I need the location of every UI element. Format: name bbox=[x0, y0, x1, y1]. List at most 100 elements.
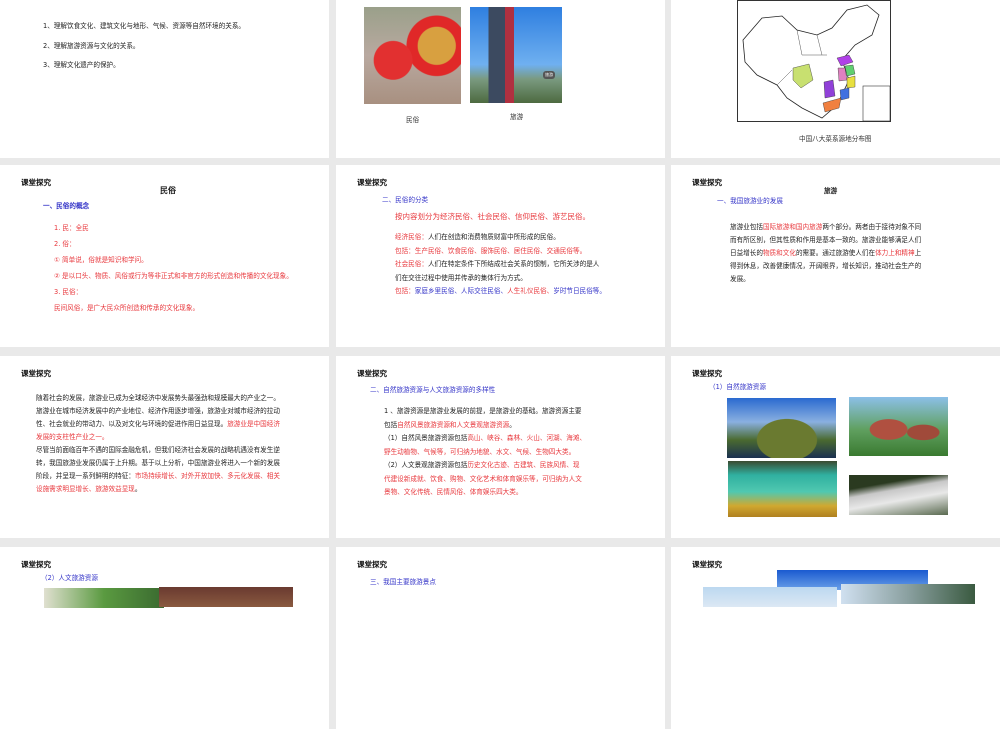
highlight-text: 2. 俗： bbox=[54, 240, 76, 248]
text-line: （1）自然风景旅游资源包括高山、峡谷、森林、火山、河湖、海滩、 bbox=[384, 432, 586, 446]
text-line: 发展。 bbox=[730, 273, 921, 286]
highlight-text: 历史文化古迹、古建筑、民族风情、现 bbox=[467, 461, 580, 469]
body-text: 人们在创造和消费物质财富中所形成的民俗。 bbox=[427, 233, 560, 241]
text-line: 民间风俗，是广大民众所创造和传承的文化现象。 bbox=[54, 300, 293, 316]
text-line: 们在交往过程中使用并传承的集体行为方式。 bbox=[395, 272, 606, 286]
blue-text: 家庭乡里民俗、人际交往民俗、 bbox=[414, 287, 508, 295]
slide-8-resource-diversity[interactable]: 课堂探究 二、自然旅游资源与人文旅游资源的多样性 1 、旅游资源是旅游业发展的前… bbox=[336, 356, 665, 538]
region-jiangsu bbox=[844, 64, 856, 77]
body-text: 的需要。通过旅游使人们在 bbox=[795, 249, 876, 257]
slide-12-photo-collage[interactable]: 课堂探究 bbox=[671, 547, 1000, 729]
highlight-text: 设施需求明显增长、旅游效益显现 bbox=[36, 485, 135, 493]
body-text: 包括 bbox=[384, 420, 398, 429]
text-line: 随着社会的发展，旅游业已成为全球经济中发展势头最强劲和规模最大的产业之一。 bbox=[36, 392, 280, 405]
highlight-text: 国际旅游和国内旅游 bbox=[762, 223, 823, 231]
slide-header: 课堂探究 bbox=[21, 178, 51, 187]
slide-6-tourism-development[interactable]: 课堂探究 旅游 一、我国旅游业的发展 旅游业包括国际旅游和国内旅游两个部分。两者… bbox=[671, 165, 1000, 347]
text-line: ① 简单说，俗就是知识和学问。 bbox=[54, 252, 293, 268]
slide-3-cuisine-map[interactable]: 中国八大菜系源地分布图 bbox=[671, 0, 1000, 158]
folk-custom-photo bbox=[364, 7, 461, 104]
classification-lead: 按内容划分为经济民俗、社会民俗、信仰民俗、游艺民俗。 bbox=[395, 212, 590, 221]
slide-2-photos[interactable]: 旅游 民俗 旅游 bbox=[336, 0, 665, 158]
body-text: 尽管当前面临百年不遇的国际金融危机，但我们经济社会发展的战略机遇没有发生逆 bbox=[36, 446, 280, 454]
slide-header: 课堂探究 bbox=[692, 178, 722, 187]
highlight-text: 包括： bbox=[395, 287, 415, 295]
section-heading: 二、自然旅游资源与人文旅游资源的多样性 bbox=[370, 386, 496, 394]
body-text: 日益增长的 bbox=[730, 249, 763, 257]
body-text: （2）人文景观旅游资源包括 bbox=[384, 461, 468, 469]
objective-1: 1、理解饮食文化、建筑文化与地形、气候、资源等自然环境的关系。 bbox=[43, 22, 246, 30]
text-line: 2. 俗： bbox=[54, 236, 293, 252]
slide-title: 民俗 bbox=[160, 186, 176, 195]
text-line: 包括：生产民俗、饮食民俗、服饰民俗、居住民俗、交通民俗等。 bbox=[395, 245, 606, 259]
slide-1-objectives[interactable]: 1、理解饮食文化、建筑文化与地形、气候、资源等自然环境的关系。 2、理解旅游资源… bbox=[0, 0, 329, 158]
highlight-text: 社会民俗： bbox=[395, 260, 428, 268]
text-line: 发展的支柱性产业之一。 bbox=[36, 431, 280, 444]
text-line: 3. 民俗： bbox=[54, 284, 293, 300]
highlight-text: 市场持续增长、对外开放加快、多元化发展、相关 bbox=[134, 472, 280, 480]
body-text: 转，我国旅游业发展仍属于上升期。基于以上分析，中国旅游业将进入一个新的发展 bbox=[36, 459, 280, 467]
highlight-text: 景物、文化传统、民情风俗、体育娱乐四大类。 bbox=[384, 488, 523, 496]
body-text: 上 bbox=[914, 249, 922, 257]
body-text: 。 bbox=[134, 485, 142, 493]
slide-header: 课堂探究 bbox=[21, 369, 51, 378]
highlight-text: 1. 民：全民 bbox=[54, 224, 89, 232]
text-line: 野生动植物、气候等，可归纳为地貌、水文、气候、生物四大类。 bbox=[384, 446, 586, 460]
text-line: 而有所区别，但其性质和作用是基本一致的。旅游业能够满足人们 bbox=[730, 234, 921, 247]
concept-body: 1. 民：全民 2. 俗： ① 简单说，俗就是知识和学问。 ② 是以口头、物质、风俗或… bbox=[54, 220, 293, 316]
body-text: 人们在特定条件下所结成社会关系的惯制，它所关涉的是人 bbox=[427, 260, 600, 268]
section-heading: 三、我国主要旅游景点 bbox=[370, 578, 436, 586]
highlight-text: ② 是以口头、物质、风俗或行为等非正式和非官方的形式创造和传播的文化现象。 bbox=[54, 272, 293, 280]
highlight-text: 旅游业是中国经济 bbox=[227, 420, 280, 428]
slide-5-folk-classification[interactable]: 课堂探究 二、民俗的分类 按内容划分为经济民俗、社会民俗、信仰民俗、游艺民俗。 … bbox=[336, 165, 665, 347]
text-line: 转，我国旅游业发展仍属于上升期。基于以上分析，中国旅游业将进入一个新的发展 bbox=[36, 457, 280, 470]
danxia-rock-photo bbox=[849, 397, 948, 456]
body-text: 们在交往过程中使用并传承的集体行为方式。 bbox=[395, 273, 527, 282]
pine-tree-photo bbox=[849, 475, 948, 515]
section-heading: 二、民俗的分类 bbox=[382, 196, 429, 204]
highlight-text: 物质和文化 bbox=[762, 249, 796, 257]
cultural-photo-1 bbox=[44, 588, 164, 608]
text-line: ② 是以口头、物质、风俗或行为等非正式和非官方的形式创造和传播的文化现象。 bbox=[54, 268, 293, 284]
text-line: 旅游业在城市经济发展中的产业地位、经济作用逐步增强，旅游业对城市经济的拉动 bbox=[36, 405, 280, 418]
body-text: （1）自然风景旅游资源包括 bbox=[384, 434, 468, 442]
slide-header: 课堂探究 bbox=[21, 560, 51, 569]
slide-9-natural-resources[interactable]: 课堂探究 （1）自然旅游资源 bbox=[671, 356, 1000, 538]
body-text: 旅游业包括 bbox=[730, 223, 763, 231]
body-text: 发展。 bbox=[730, 275, 750, 283]
travel-photo bbox=[470, 7, 562, 103]
highlight-text: 高山、峡谷、森林、火山、河湖、海滩、 bbox=[467, 434, 587, 442]
body-text: 1 、旅游资源是旅游业发展的前提，是旅游业的基础。旅游资源主要 bbox=[384, 407, 582, 415]
classification-body: 经济民俗：人们在创造和消费物质财富中所形成的民俗。 包括：生产民俗、饮食民俗、服饰… bbox=[395, 231, 606, 299]
slide-title: 旅游 bbox=[824, 187, 838, 195]
turquoise-pools-photo bbox=[728, 461, 837, 517]
text-line: 阶段，并呈现一系列鲜明的特征：市场持续增长、对外开放加快、多元化发展、相关 bbox=[36, 470, 280, 483]
caption-folk: 民俗 bbox=[406, 116, 420, 124]
slide-7-tourism-industry[interactable]: 课堂探究 随着社会的发展，旅游业已成为全球经济中发展势头最强劲和规模最大的产业之… bbox=[0, 356, 329, 538]
text-line: 包括自然风景旅游资源和人文景观旅游资源。 bbox=[384, 419, 586, 433]
diversity-body: 1 、旅游资源是旅游业发展的前提，是旅游业的基础。旅游资源主要 包括自然风景旅游资… bbox=[384, 405, 586, 500]
highlight-text: 体力上和精神 bbox=[875, 249, 915, 257]
landscape-photo-1 bbox=[703, 587, 837, 607]
mountain-river-photo bbox=[727, 398, 836, 458]
body-text: 随着社会的发展，旅游业已成为全球经济中发展势头最强劲和规模最大的产业之一。 bbox=[36, 394, 280, 402]
body-text: 两个部分。两者由于接待对象不同 bbox=[822, 223, 922, 231]
body-text: 旅游业在城市经济发展中的产业地位、经济作用逐步增强，旅游业对城市经济的拉动 bbox=[36, 407, 280, 415]
slide-10-cultural-resources[interactable]: 课堂探究 （2）人文旅游资源 bbox=[0, 547, 329, 729]
body-text: 。 bbox=[509, 420, 516, 429]
photo-badge: 旅游 bbox=[543, 71, 555, 79]
slide-4-folk-concept[interactable]: 课堂探究 民俗 一、民俗的概念 1. 民：全民 2. 俗： ① 简单说，俗就是知识和… bbox=[0, 165, 329, 347]
cultural-photo-2 bbox=[159, 587, 293, 607]
section-heading: 一、民俗的概念 bbox=[43, 202, 90, 210]
highlight-text: 民间风俗，是广大民众所创造和传承的文化现象。 bbox=[54, 304, 200, 312]
section-heading: （1）自然旅游资源 bbox=[709, 383, 766, 391]
slide-11-major-attractions[interactable]: 课堂探究 三、我国主要旅游景点 bbox=[336, 547, 665, 729]
text-line: 社会民俗：人们在特定条件下所结成社会关系的惯制，它所关涉的是人 bbox=[395, 258, 606, 272]
highlight-text: 人生礼仪民俗、 bbox=[507, 287, 554, 295]
text-line: 得到休息，改善健康情况，开阔眼界，增长知识，推动社会生产的 bbox=[730, 260, 921, 273]
text-line: 经济民俗：人们在创造和消费物质财富中所形成的民俗。 bbox=[395, 231, 606, 245]
region-fujian bbox=[839, 87, 850, 101]
text-line: 代建设新成就、饮食、购物、文化艺术和体育娱乐等，可归纳为人文 bbox=[384, 473, 586, 487]
highlight-text: 经济民俗： bbox=[395, 233, 428, 241]
highlight-text: 自然风景旅游资源和人文景观旅游资源 bbox=[397, 420, 510, 429]
